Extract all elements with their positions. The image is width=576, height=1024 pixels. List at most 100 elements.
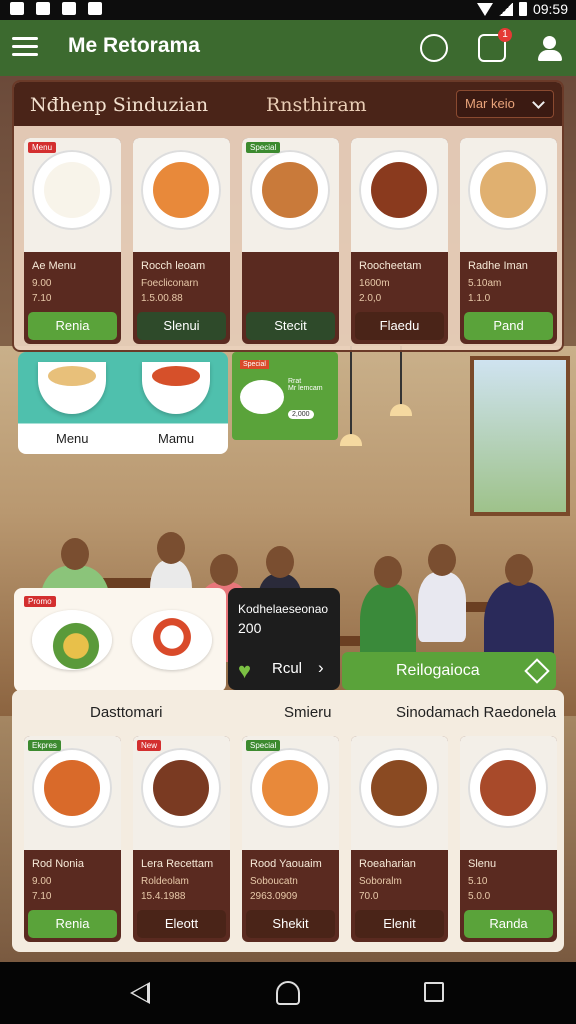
food-image [44, 162, 100, 218]
special-price: 2,000 [288, 410, 314, 419]
menu-icon[interactable] [12, 37, 38, 57]
dish-detail: Foecliconarn [141, 278, 199, 289]
category-label: Menu [56, 431, 89, 446]
diner [418, 572, 466, 642]
panel-header: Nđhenp Sinduzian Rnsthiram Mar keio [14, 82, 562, 126]
promo-dishes-card[interactable]: Promo [14, 588, 226, 692]
dish-image [460, 736, 557, 850]
special-offer-card[interactable]: Special Rrat Mr lemcam 2,000 [232, 352, 338, 440]
chevron-right-icon[interactable]: › [318, 658, 324, 678]
dish-price: 1.5.00.88 [141, 293, 183, 304]
dish-name: Slenu [468, 858, 497, 870]
special-tag: Special [240, 360, 269, 369]
dish-price: 15.4.1988 [141, 891, 186, 902]
card-action-button[interactable]: Randa [464, 910, 553, 938]
dish-name: Rood Yaouaim [250, 858, 322, 870]
food-image [480, 760, 536, 816]
folder-app-icon [88, 2, 102, 15]
recent-apps-icon[interactable] [424, 982, 444, 1002]
notification-icon[interactable]: 1 [478, 28, 512, 62]
recommendations-panel: Dasttomari Smieru Sinodamach Raedonela E… [12, 690, 564, 952]
promo-action-button[interactable]: Reilogaioca [342, 652, 556, 690]
card-tag: Special [246, 142, 281, 153]
food-image [371, 162, 427, 218]
food-image [262, 760, 318, 816]
dish-image [132, 610, 212, 670]
wifi-icon [476, 2, 493, 16]
bowl-image [142, 362, 210, 414]
promo-link[interactable]: Rcul [272, 660, 302, 677]
menu-card[interactable]: Roocheetam 1600m 2.0,0 Flaedu [351, 138, 448, 344]
main-content: Nđhenp Sinduzian Rnsthiram Mar keio Menu… [0, 76, 576, 962]
gallery-app-icon [36, 2, 50, 15]
card-action-button[interactable]: Renia [28, 910, 117, 938]
dish-image: New [133, 736, 230, 850]
dish-name: Ae Menu [32, 260, 77, 272]
expand-icon [524, 658, 550, 684]
section-title: Dasttomari [90, 704, 163, 721]
food-image [153, 760, 209, 816]
app-title: Me Retorama [68, 34, 200, 57]
promo-title: Kodhelaeseonao [238, 602, 329, 616]
dish-image: Menu [24, 138, 121, 252]
notification-badge: 1 [498, 28, 512, 42]
battery-icon [518, 2, 527, 16]
heart-icon[interactable]: ♥ [238, 658, 251, 684]
app-bar: Me Retorama 1 [0, 20, 576, 76]
card-tag: Menu [28, 142, 57, 153]
dish-name: Radhe Iman [468, 260, 528, 272]
food-image [371, 760, 427, 816]
signal-icon [498, 2, 513, 16]
card-action-button[interactable]: Shekit [246, 910, 335, 938]
category-label: Mamu [158, 431, 195, 446]
card-action-button[interactable]: Slenui [137, 312, 226, 340]
bowl-image [38, 362, 106, 414]
card-action-button[interactable]: Eleott [137, 910, 226, 938]
menu-card[interactable]: Special Rood Yaouaim Soboucatn 2963.0909 She… [242, 736, 339, 942]
dish-image [351, 736, 448, 850]
promo-info-card[interactable]: Kodhelaeseonao 200 ♥ Rcul › [228, 588, 340, 690]
filter-dropdown[interactable]: Mar keio [456, 90, 554, 118]
section-title: Sinodamach Raedonela [396, 704, 557, 721]
card-action-button[interactable]: Elenit [355, 910, 444, 938]
back-icon[interactable] [130, 982, 150, 1004]
menu-card[interactable]: Ekpres Rod Nonia 9.00 7.10 Renia [24, 736, 121, 942]
card-action-button[interactable]: Renia [28, 312, 117, 340]
dish-price: 2.0,0 [359, 293, 382, 304]
food-image [262, 162, 318, 218]
dish-image: Special [242, 736, 339, 850]
dish-price: 7.10 [32, 293, 52, 304]
home-icon[interactable] [276, 981, 300, 1005]
promo-button-label: Reilogaioca [396, 662, 480, 679]
dish-detail: Roldeolam [141, 876, 189, 887]
dish-image [351, 138, 448, 252]
promo-tag: Promo [24, 596, 56, 607]
dish-image [460, 138, 557, 252]
pendant-lamp [340, 346, 362, 446]
menu-card[interactable]: Menu Ae Menu 9.00 7.10 Renia [24, 138, 121, 344]
dish-name: Lera Recettam [141, 858, 214, 870]
system-nav-bar [0, 962, 576, 1024]
menu-category-card[interactable]: Menu Mamu [18, 352, 228, 454]
menu-card[interactable]: Special Stecit [242, 138, 339, 344]
card-tag: Special [246, 740, 281, 751]
dish-name: Roeaharian [359, 858, 416, 870]
dish-price: 70.0 [359, 891, 379, 902]
chat-icon[interactable] [420, 34, 448, 62]
card-tag: Ekpres [28, 740, 61, 751]
pendant-lamp [390, 346, 412, 416]
menu-card[interactable]: Slenu 5.10 5.0.0 Randa [460, 736, 557, 942]
menu-card[interactable]: Rocch leoam Foecliconarn 1.5.00.88 Slenui [133, 138, 230, 344]
dish-name: Rod Nonia [32, 858, 84, 870]
chevron-down-icon [532, 96, 545, 109]
menu-card[interactable]: New Lera Recettam Roldeolam 15.4.1988 Eleott [133, 736, 230, 942]
card-action-button[interactable]: Stecit [246, 312, 335, 340]
card-tag: New [137, 740, 162, 751]
user-icon[interactable] [536, 34, 564, 62]
dish-name: Rocch leoam [141, 260, 206, 272]
menu-card-list: Menu Ae Menu 9.00 7.10 Renia Rocch leoam Foecl… [24, 138, 557, 344]
card-action-button[interactable]: Pand [464, 312, 553, 340]
card-action-button[interactable]: Flaedu [355, 312, 444, 340]
menu-card[interactable]: Radhe Iman 5.10am 1.1.0 Pand [460, 138, 557, 344]
menu-card[interactable]: Roeaharian Soboralm 70.0 Elenit [351, 736, 448, 942]
